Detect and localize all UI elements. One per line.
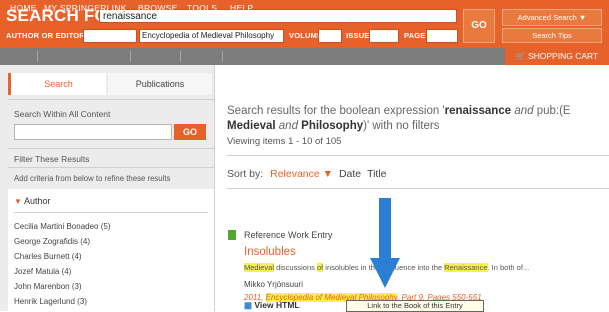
divider bbox=[14, 212, 208, 213]
snippet-highlight: Medieval bbox=[244, 263, 275, 272]
search-within-go-button[interactable]: GO bbox=[174, 124, 206, 140]
sort-relevance[interactable]: Relevance ▼ bbox=[270, 168, 333, 180]
tooltip: Link to the Book of this Entry bbox=[346, 300, 484, 312]
nav-help[interactable]: HELP bbox=[230, 0, 253, 17]
nav-my-springerlink[interactable]: MY SPRINGERLINK bbox=[44, 0, 127, 17]
nav-separator bbox=[222, 51, 223, 62]
author-filter-item[interactable]: Charles Burnett (4) bbox=[14, 252, 82, 261]
results-desc-philosophy: Philosophy bbox=[301, 120, 364, 132]
author-filter-item[interactable]: Cecilia Martini Bonadeo (5) bbox=[14, 222, 111, 231]
snippet-highlight: Renaissance bbox=[444, 263, 488, 272]
results-desc-and2: and bbox=[275, 120, 302, 132]
view-html-link[interactable]: ▦ View HTML bbox=[244, 300, 300, 311]
viewing-count: Viewing items 1 - 10 of 105 bbox=[227, 136, 342, 147]
divider bbox=[8, 99, 214, 100]
cart-icon: 🛒 bbox=[515, 51, 526, 61]
results-desc-term: renaissance bbox=[444, 105, 512, 117]
entry-type-icon bbox=[228, 230, 236, 240]
shopping-cart-link[interactable]: 🛒 SHOPPING CART bbox=[505, 48, 609, 65]
author-filter-header: Author bbox=[23, 196, 51, 206]
author-filter-item[interactable]: Henrik Lagerlund (3) bbox=[14, 297, 87, 306]
search-within-label: Search Within All Content bbox=[14, 109, 111, 119]
nav-browse[interactable]: BROWSE bbox=[138, 0, 178, 17]
divider bbox=[8, 148, 214, 149]
divider bbox=[227, 188, 609, 189]
arrow-down-icon bbox=[370, 198, 400, 288]
tab-search[interactable]: Search bbox=[8, 73, 106, 95]
sort-bar: Sort by: Relevance ▼ Date Title bbox=[227, 168, 387, 180]
author-filter-item[interactable]: John Marenbon (3) bbox=[14, 282, 82, 291]
tab-publications-label: Publications bbox=[135, 79, 185, 89]
result-author[interactable]: Mikko Yrjönsuuri bbox=[244, 280, 303, 289]
results-desc-suffix: )' with no filters bbox=[363, 120, 440, 132]
triangle-down-icon: ▼ bbox=[14, 197, 22, 206]
author-editor-input[interactable] bbox=[83, 29, 137, 43]
tab-publications[interactable]: Publications bbox=[108, 73, 212, 95]
issue-input[interactable] bbox=[369, 29, 399, 43]
nav-separator bbox=[37, 51, 38, 62]
search-within-input[interactable] bbox=[14, 124, 172, 140]
issue-label: ISSUE bbox=[346, 31, 370, 40]
author-filter-item[interactable]: George Zografidis (4) bbox=[14, 237, 90, 246]
author-filter-panel bbox=[8, 189, 214, 311]
view-html-label: View HTML bbox=[254, 300, 300, 310]
sort-date[interactable]: Date bbox=[339, 168, 361, 180]
author-filter-toggle[interactable]: ▼ Author bbox=[14, 196, 50, 206]
page-label: PAGE bbox=[404, 31, 426, 40]
result-title-link[interactable]: Insolubles bbox=[244, 246, 296, 258]
snippet-text: discussions bbox=[274, 263, 317, 272]
snippet-text: . In both of... bbox=[487, 263, 530, 272]
divider bbox=[8, 167, 214, 168]
entry-type: Reference Work Entry bbox=[244, 230, 333, 240]
nav-separator bbox=[180, 51, 181, 62]
page-input[interactable] bbox=[426, 29, 458, 43]
results-desc-medieval: Medieval bbox=[227, 120, 276, 132]
author-filter-item[interactable]: Jozef Matula (4) bbox=[14, 267, 71, 276]
document-icon: ▦ bbox=[244, 300, 253, 310]
results-desc-pub: pub:(E bbox=[536, 105, 571, 117]
sort-title[interactable]: Title bbox=[367, 168, 386, 180]
nav-tools[interactable]: TOOLS bbox=[187, 0, 217, 17]
tab-search-label: Search bbox=[44, 79, 73, 89]
divider bbox=[227, 155, 609, 156]
results-description: Search results for the boolean expressio… bbox=[227, 104, 609, 134]
filter-results-label: Filter These Results bbox=[14, 154, 90, 164]
search-go-button[interactable]: GO bbox=[463, 9, 495, 43]
sort-label: Sort by: bbox=[227, 168, 264, 180]
results-desc-prefix: Search results for the boolean expressio… bbox=[227, 105, 445, 117]
nav-separator bbox=[130, 51, 131, 62]
nav-home[interactable]: HOME bbox=[10, 0, 37, 17]
search-tips-button[interactable]: Search Tips bbox=[502, 28, 602, 43]
results-desc-and: and bbox=[511, 105, 537, 117]
author-editor-label: AUTHOR OR EDITOR bbox=[6, 31, 85, 40]
shopping-cart-label: SHOPPING CART bbox=[527, 51, 599, 61]
add-criteria-text: Add criteria from below to refine these … bbox=[14, 174, 171, 183]
advanced-search-button[interactable]: Advanced Search ▼ bbox=[502, 9, 602, 26]
volume-input[interactable] bbox=[318, 29, 342, 43]
publication-input[interactable]: Encyclopedia of Medieval Philosophy bbox=[139, 29, 284, 43]
